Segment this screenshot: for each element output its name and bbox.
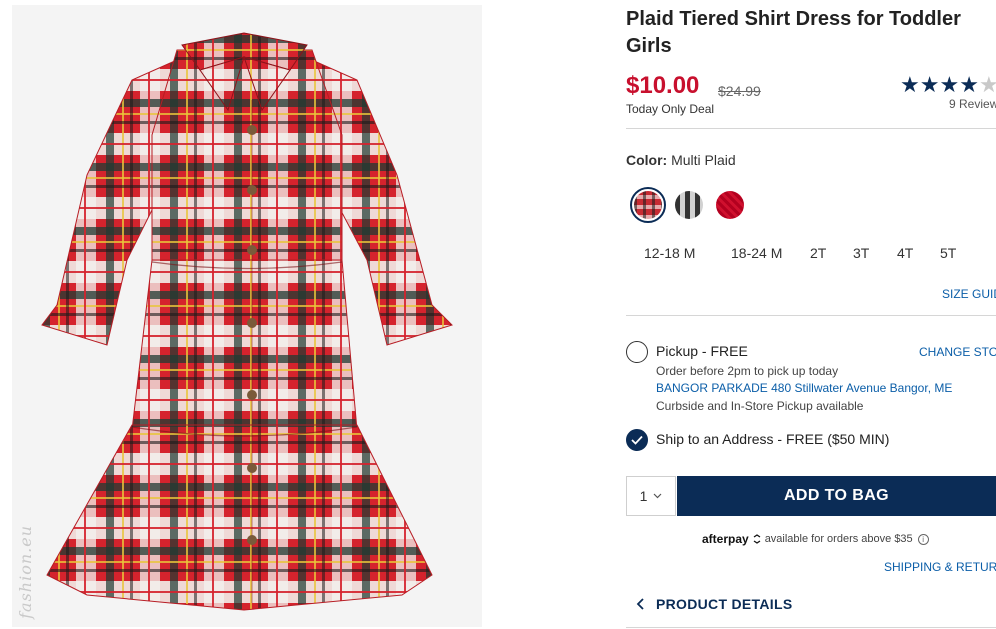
product-details-toggle[interactable]: PRODUCT DETAILS	[636, 596, 792, 612]
star-icon: ★	[959, 72, 979, 97]
product-image[interactable]: fashion.eu	[12, 5, 482, 627]
color-label-title: Color:	[626, 152, 668, 168]
size-option[interactable]: 12-18 M	[644, 245, 695, 261]
divider	[626, 128, 996, 129]
ship-radio[interactable]	[626, 429, 648, 451]
quantity-select[interactable]: 1	[626, 476, 676, 516]
size-option[interactable]: 4T	[897, 245, 913, 261]
swatch-red[interactable]	[712, 187, 748, 223]
size-option[interactable]: 18-24 M	[731, 245, 782, 261]
quantity-value: 1	[639, 488, 648, 504]
swatch-black-white-check[interactable]	[671, 187, 707, 223]
swatch-fill	[716, 191, 744, 219]
shipping-returns-link[interactable]: SHIPPING & RETURNS	[884, 560, 996, 574]
ship-label: Ship to an Address - FREE ($50 MIN)	[656, 431, 890, 447]
pickup-note: Order before 2pm to pick up today	[656, 364, 839, 378]
store-address-link[interactable]: BANGOR PARKADE 480 Stillwater Avenue Ban…	[656, 381, 952, 395]
star-icon: ★	[919, 72, 940, 97]
chevron-down-icon	[653, 493, 662, 499]
check-icon	[631, 435, 643, 445]
rating-stars[interactable]: ★★★★★	[900, 72, 996, 98]
size-option[interactable]: 3T	[853, 245, 869, 261]
size-option[interactable]: 5T	[940, 245, 956, 261]
star-icon: ★	[939, 72, 960, 97]
pickup-radio[interactable]	[626, 341, 648, 363]
deal-label: Today Only Deal	[626, 102, 715, 116]
size-guide-link[interactable]: SIZE GUIDE	[942, 287, 996, 301]
star-half-icon: ★	[978, 72, 996, 97]
divider	[626, 627, 996, 628]
pickup-options: Curbside and In-Store Pickup available	[656, 399, 864, 413]
color-selected-value: Multi Plaid	[671, 152, 736, 168]
change-store-link[interactable]: CHANGE STORE	[919, 345, 996, 359]
afterpay-logo: afterpay	[702, 532, 749, 546]
swatch-fill	[634, 191, 662, 219]
watermark: fashion.eu	[16, 525, 35, 619]
pickup-label: Pickup - FREE	[656, 343, 748, 359]
product-title: Plaid Tiered Shirt Dress for Toddler Gir…	[626, 8, 961, 57]
size-selector: 12-18 M 18-24 M 2T 3T 4T 5T	[626, 245, 996, 267]
divider	[626, 315, 996, 316]
afterpay-text: available for orders above $35	[764, 533, 913, 545]
reviews-link[interactable]: 9 Reviews	[949, 97, 996, 111]
info-icon[interactable]: i	[917, 533, 929, 545]
swatch-fill	[675, 191, 703, 219]
original-price: $24.99	[718, 83, 761, 99]
dress-illustration	[12, 5, 482, 627]
color-label: Color: Multi Plaid	[626, 152, 736, 168]
size-option[interactable]: 2T	[810, 245, 826, 261]
chevron-left-icon	[636, 598, 644, 610]
product-details-label: PRODUCT DETAILS	[656, 596, 793, 612]
product-info-panel: Plaid Tiered Shirt Dress for Toddler Gir…	[626, 0, 996, 629]
afterpay-message: afterpay available for orders above $35 …	[702, 532, 929, 546]
star-icon: ★	[900, 72, 920, 97]
add-to-bag-button[interactable]: ADD TO BAG	[677, 476, 996, 516]
sale-price: $10.00	[626, 72, 700, 99]
afterpay-arrows-icon	[753, 534, 761, 544]
swatch-multi-plaid[interactable]	[630, 187, 666, 223]
